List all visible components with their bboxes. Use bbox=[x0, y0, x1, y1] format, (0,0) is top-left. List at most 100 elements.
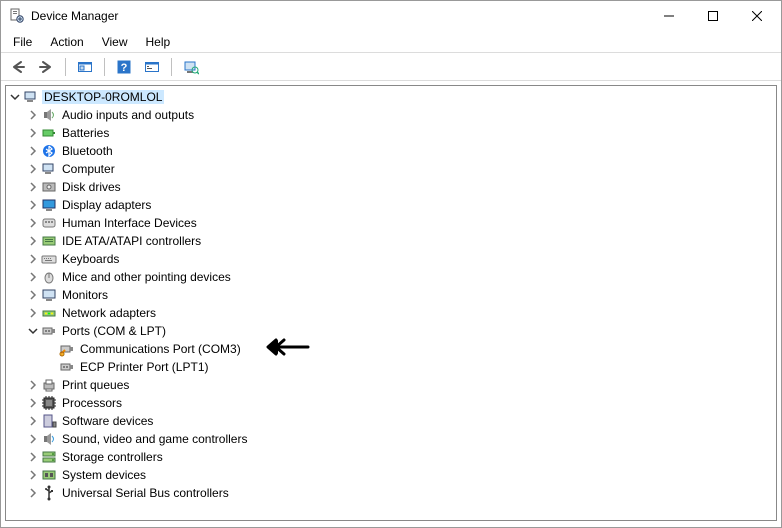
expand-icon[interactable] bbox=[26, 216, 40, 230]
category-audio-inputs-and-outputs[interactable]: Audio inputs and outputs bbox=[24, 106, 776, 124]
category-keyboards[interactable]: Keyboards bbox=[24, 250, 776, 268]
ide-icon bbox=[41, 233, 57, 249]
menu-action[interactable]: Action bbox=[42, 33, 91, 51]
keyboard-icon bbox=[41, 251, 57, 267]
tree-item-label: Human Interface Devices bbox=[62, 216, 197, 230]
toolbar-divider bbox=[65, 58, 66, 76]
tree-item-label: IDE ATA/ATAPI controllers bbox=[62, 234, 201, 248]
display-icon bbox=[41, 197, 57, 213]
category-mice-and-other-pointing-devices[interactable]: Mice and other pointing devices bbox=[24, 268, 776, 286]
category-software-devices[interactable]: Software devices bbox=[24, 412, 776, 430]
device-tree[interactable]: DESKTOP-0ROMLOL Audio inputs and outputs B… bbox=[5, 85, 777, 521]
expand-icon[interactable] bbox=[26, 468, 40, 482]
category-ports-com-lpt[interactable]: Ports (COM & LPT) bbox=[24, 322, 776, 340]
tree-item-label: Audio inputs and outputs bbox=[62, 108, 194, 122]
tree-item-label: Computer bbox=[62, 162, 115, 176]
category-display-adapters[interactable]: Display adapters bbox=[24, 196, 776, 214]
category-monitors[interactable]: Monitors bbox=[24, 286, 776, 304]
expand-icon[interactable] bbox=[26, 450, 40, 464]
category-batteries[interactable]: Batteries bbox=[24, 124, 776, 142]
system-icon bbox=[41, 467, 57, 483]
computer-root-icon bbox=[23, 89, 39, 105]
expand-icon[interactable] bbox=[26, 252, 40, 266]
category-human-interface-devices[interactable]: Human Interface Devices bbox=[24, 214, 776, 232]
category-network-adapters[interactable]: Network adapters bbox=[24, 304, 776, 322]
expand-icon[interactable] bbox=[26, 288, 40, 302]
tree-item-label: Sound, video and game controllers bbox=[62, 432, 247, 446]
toolbar-divider bbox=[104, 58, 105, 76]
app-icon bbox=[9, 8, 25, 24]
tree-item-label: ECP Printer Port (LPT1) bbox=[80, 360, 208, 374]
category-sound-video-and-game-controllers[interactable]: Sound, video and game controllers bbox=[24, 430, 776, 448]
expand-icon[interactable] bbox=[26, 486, 40, 500]
category-computer[interactable]: Computer bbox=[24, 160, 776, 178]
maximize-button[interactable] bbox=[691, 2, 735, 30]
titlebar: Device Manager bbox=[1, 1, 781, 31]
mouse-icon bbox=[41, 269, 57, 285]
tree-item-label: Storage controllers bbox=[62, 450, 163, 464]
category-storage-controllers[interactable]: Storage controllers bbox=[24, 448, 776, 466]
category-disk-drives[interactable]: Disk drives bbox=[24, 178, 776, 196]
printer-icon bbox=[41, 377, 57, 393]
network-icon bbox=[41, 305, 57, 321]
lptport-icon bbox=[59, 359, 75, 375]
properties-button[interactable] bbox=[141, 56, 163, 78]
monitor-icon bbox=[41, 287, 57, 303]
menu-help[interactable]: Help bbox=[138, 33, 179, 51]
tree-item-label: Disk drives bbox=[62, 180, 121, 194]
battery-icon bbox=[41, 125, 57, 141]
tree-item-label: Ports (COM & LPT) bbox=[62, 324, 166, 338]
expand-icon[interactable] bbox=[26, 126, 40, 140]
show-hidden-button[interactable] bbox=[74, 56, 96, 78]
forward-button[interactable] bbox=[35, 56, 57, 78]
toolbar: ? bbox=[1, 53, 781, 81]
svg-text:!: ! bbox=[61, 352, 62, 357]
category-universal-serial-bus-controllers[interactable]: Universal Serial Bus controllers bbox=[24, 484, 776, 502]
category-ide-ata-atapi-controllers[interactable]: IDE ATA/ATAPI controllers bbox=[24, 232, 776, 250]
expand-icon[interactable] bbox=[26, 162, 40, 176]
close-button[interactable] bbox=[735, 2, 779, 30]
help-button[interactable]: ? bbox=[113, 56, 135, 78]
menu-file[interactable]: File bbox=[5, 33, 40, 51]
expand-icon[interactable] bbox=[26, 108, 40, 122]
category-system-devices[interactable]: System devices bbox=[24, 466, 776, 484]
expand-icon[interactable] bbox=[26, 432, 40, 446]
tree-item-label: System devices bbox=[62, 468, 146, 482]
expand-icon[interactable] bbox=[26, 198, 40, 212]
toolbar-divider bbox=[171, 58, 172, 76]
category-bluetooth[interactable]: Bluetooth bbox=[24, 142, 776, 160]
tree-item-label: Monitors bbox=[62, 288, 108, 302]
category-processors[interactable]: Processors bbox=[24, 394, 776, 412]
menubar: File Action View Help bbox=[1, 31, 781, 53]
tree-item-label: Batteries bbox=[62, 126, 109, 140]
category-print-queues[interactable]: Print queues bbox=[24, 376, 776, 394]
minimize-button[interactable] bbox=[647, 2, 691, 30]
expand-icon[interactable] bbox=[26, 396, 40, 410]
audio-icon bbox=[41, 107, 57, 123]
expand-icon[interactable] bbox=[26, 414, 40, 428]
collapse-icon[interactable] bbox=[8, 90, 22, 104]
tree-item-label: DESKTOP-0ROMLOL bbox=[44, 90, 162, 104]
tree-root-node[interactable]: DESKTOP-0ROMLOL bbox=[6, 88, 776, 106]
window-title: Device Manager bbox=[31, 9, 118, 23]
device-ecp-printer-port-lpt1[interactable]: ECP Printer Port (LPT1) bbox=[42, 358, 776, 376]
software-icon bbox=[41, 413, 57, 429]
tree-item-label: Bluetooth bbox=[62, 144, 113, 158]
collapse-icon[interactable] bbox=[26, 324, 40, 338]
hid-icon bbox=[41, 215, 57, 231]
scan-button[interactable] bbox=[180, 56, 202, 78]
tree-item-label: Mice and other pointing devices bbox=[62, 270, 231, 284]
storage-icon bbox=[41, 449, 57, 465]
expand-icon[interactable] bbox=[26, 378, 40, 392]
expand-icon[interactable] bbox=[26, 144, 40, 158]
expand-icon[interactable] bbox=[26, 270, 40, 284]
expand-icon[interactable] bbox=[26, 180, 40, 194]
tree-item-label: Communications Port (COM3) bbox=[80, 342, 241, 356]
back-button[interactable] bbox=[7, 56, 29, 78]
expand-icon[interactable] bbox=[26, 234, 40, 248]
device-communications-port-com3[interactable]: ! Communications Port (COM3) bbox=[42, 340, 776, 358]
cpu-icon bbox=[41, 395, 57, 411]
usb-icon bbox=[41, 485, 57, 501]
menu-view[interactable]: View bbox=[94, 33, 136, 51]
expand-icon[interactable] bbox=[26, 306, 40, 320]
